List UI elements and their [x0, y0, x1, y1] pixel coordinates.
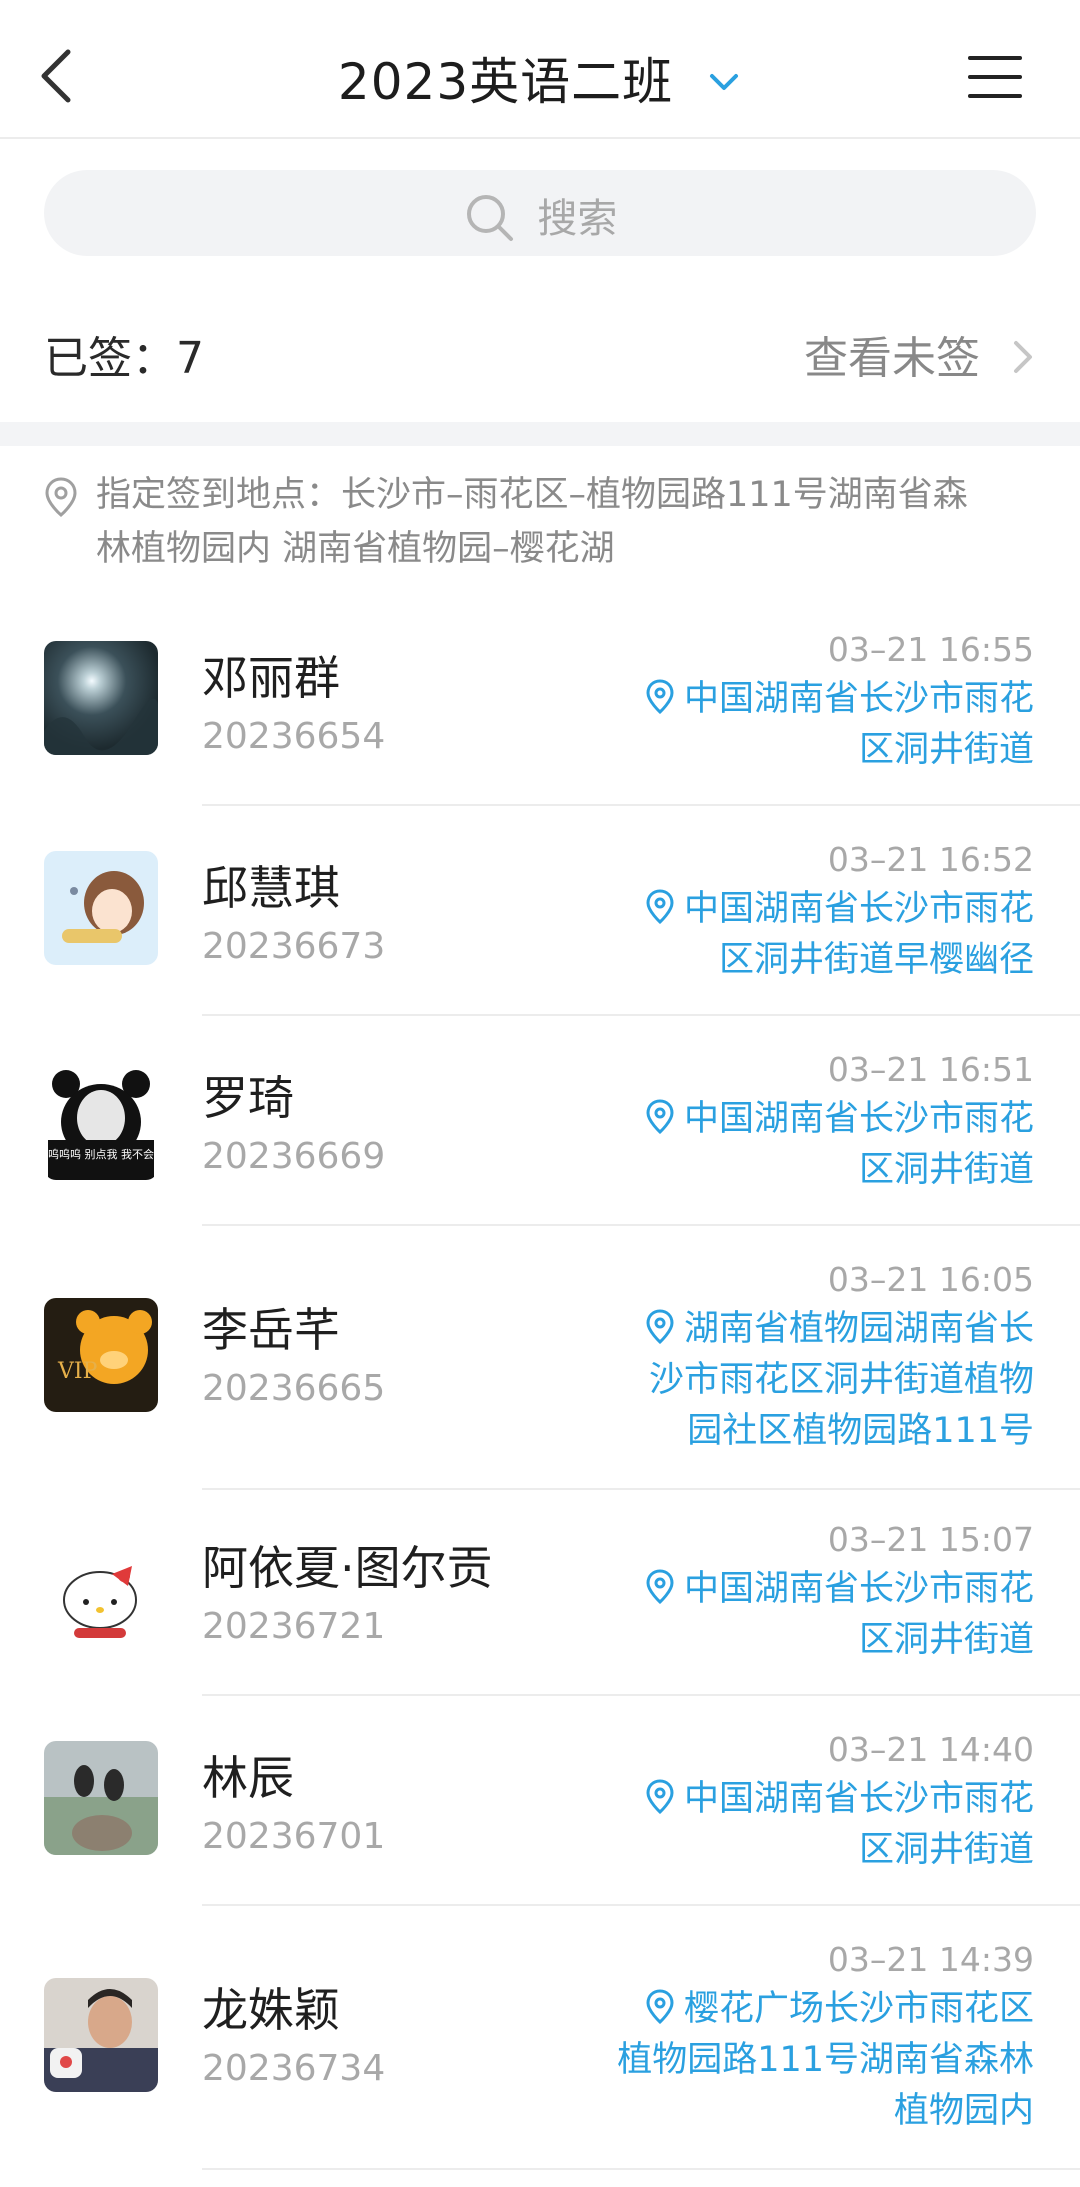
student-id: 20236734: [202, 2048, 386, 2089]
row-divider: [202, 2168, 1080, 2170]
sign-time: 03–21 16:51: [827, 1050, 1034, 1089]
avatar: [44, 1544, 158, 1658]
student-id: 20236673: [202, 926, 386, 967]
signed-count: 已签：7: [44, 333, 204, 384]
student-name: 李岳芊: [202, 1303, 340, 1357]
sign-address: 中国湖南省长沙市雨花 区洞井街道: [614, 1774, 1034, 1876]
sign-time: 03–21 16:55: [827, 630, 1034, 669]
location-pin-icon: [646, 1309, 674, 1345]
sign-stats-row: 已签：7 查看未签: [0, 300, 1080, 420]
sign-address: 樱花广场长沙市雨花区 植物园路111号湖南省森林 植物园内: [617, 1989, 1034, 2131]
avatar: [44, 851, 158, 965]
location-line-1: 指定签到地点：长沙市–雨花区–植物园路111号湖南省森: [96, 475, 968, 515]
avatar-caption: 呜呜呜 别点我 我不会: [48, 1147, 154, 1161]
sign-address: 中国湖南省长沙市雨花 区洞井街道: [614, 1564, 1034, 1666]
sign-record[interactable]: 林辰 20236701 03–21 14:40 中国湖南省长沙市雨花 区洞井街道: [0, 1720, 1080, 1910]
row-divider: [202, 1694, 1080, 1696]
row-divider: [202, 1488, 1080, 1490]
student-name: 邱慧琪: [202, 861, 340, 915]
location-pin-icon: [646, 1779, 674, 1815]
view-unsigned-label: 查看未签: [804, 333, 980, 384]
student-id: 20236721: [202, 1606, 386, 1647]
sign-time: 03–21 16:52: [827, 840, 1034, 879]
sign-record[interactable]: VIP 李岳芊 20236665 03–21 16:05 湖南省植物园湖南省长 …: [0, 1250, 1080, 1494]
class-selector[interactable]: 2023英语二班: [0, 42, 1080, 114]
menu-icon[interactable]: [968, 56, 1022, 100]
avatar: [44, 641, 158, 755]
student-name: 阿依夏·图尔贡: [202, 1541, 493, 1595]
page-title: 2023英语二班: [337, 53, 674, 111]
chevron-right-icon: [1014, 341, 1032, 373]
sign-record[interactable]: 阿依夏·图尔贡 20236721 03–21 15:07 中国湖南省长沙市雨花 …: [0, 1510, 1080, 1700]
sign-address: 湖南省植物园湖南省长 沙市雨花区洞井街道植物 园社区植物园路111号: [594, 1304, 1034, 1457]
student-id: 20236665: [202, 1368, 386, 1409]
sign-record[interactable]: 邱慧琪 20236673 03–21 16:52 中国湖南省长沙市雨花 区洞井街…: [0, 830, 1080, 1020]
search-input[interactable]: 搜索: [44, 170, 1036, 256]
top-bar: 2023英语二班: [0, 0, 1080, 139]
row-divider: [202, 804, 1080, 806]
student-name: 林辰: [202, 1751, 294, 1805]
row-divider: [202, 1014, 1080, 1016]
row-divider: [202, 1904, 1080, 1906]
sign-record[interactable]: 呜呜呜 别点我 我不会 罗琦 20236669 03–21 16:51 中国湖南…: [0, 1040, 1080, 1230]
location-pin-icon: [646, 679, 674, 715]
sign-address: 中国湖南省长沙市雨花 区洞井街道: [614, 674, 1034, 776]
avatar: [44, 1978, 158, 2092]
sign-record[interactable]: 龙姝颖 20236734 03–21 14:39 樱花广场长沙市雨花区 植物园路…: [0, 1930, 1080, 2180]
location-line-2: 林植物园内 湖南省植物园–樱花湖: [96, 529, 615, 569]
avatar: [44, 1741, 158, 1855]
view-unsigned-link[interactable]: 查看未签: [804, 322, 1036, 386]
student-name: 龙姝颖: [202, 1983, 340, 2037]
sign-time: 03–21 16:05: [827, 1260, 1034, 1299]
sign-address: 中国湖南省长沙市雨花 区洞井街道: [614, 1094, 1034, 1196]
location-pin-icon: [45, 477, 77, 517]
student-id: 20236701: [202, 1816, 386, 1857]
sign-address: 中国湖南省长沙市雨花 区洞井街道早樱幽径: [614, 884, 1034, 986]
avatar-caption: VIP: [57, 1359, 98, 1384]
location-pin-icon: [646, 1569, 674, 1605]
student-name: 邓丽群: [202, 651, 340, 705]
student-name: 罗琦: [202, 1071, 294, 1125]
chevron-down-icon: [710, 73, 739, 90]
avatar: VIP: [44, 1298, 158, 1412]
search-placeholder: 搜索: [537, 196, 618, 242]
sign-record[interactable]: 邓丽群 20236654 03–21 16:55 中国湖南省长沙市雨花 区洞井街…: [0, 620, 1080, 810]
search-icon: [466, 195, 513, 241]
avatar: 呜呜呜 别点我 我不会: [44, 1066, 158, 1180]
location-pin-icon: [646, 1099, 674, 1135]
sign-time: 03–21 15:07: [827, 1520, 1034, 1559]
section-divider: [0, 422, 1080, 446]
sign-time: 03–21 14:40: [827, 1730, 1034, 1769]
sign-time: 03–21 14:39: [827, 1940, 1034, 1979]
location-pin-icon: [646, 889, 674, 925]
student-id: 20236669: [202, 1136, 386, 1177]
row-divider: [202, 1224, 1080, 1226]
designated-location: 指定签到地点：长沙市–雨花区–植物园路111号湖南省森 林植物园内 湖南省植物园…: [44, 468, 1034, 576]
student-id: 20236654: [202, 716, 386, 757]
location-pin-icon: [646, 1989, 674, 2025]
